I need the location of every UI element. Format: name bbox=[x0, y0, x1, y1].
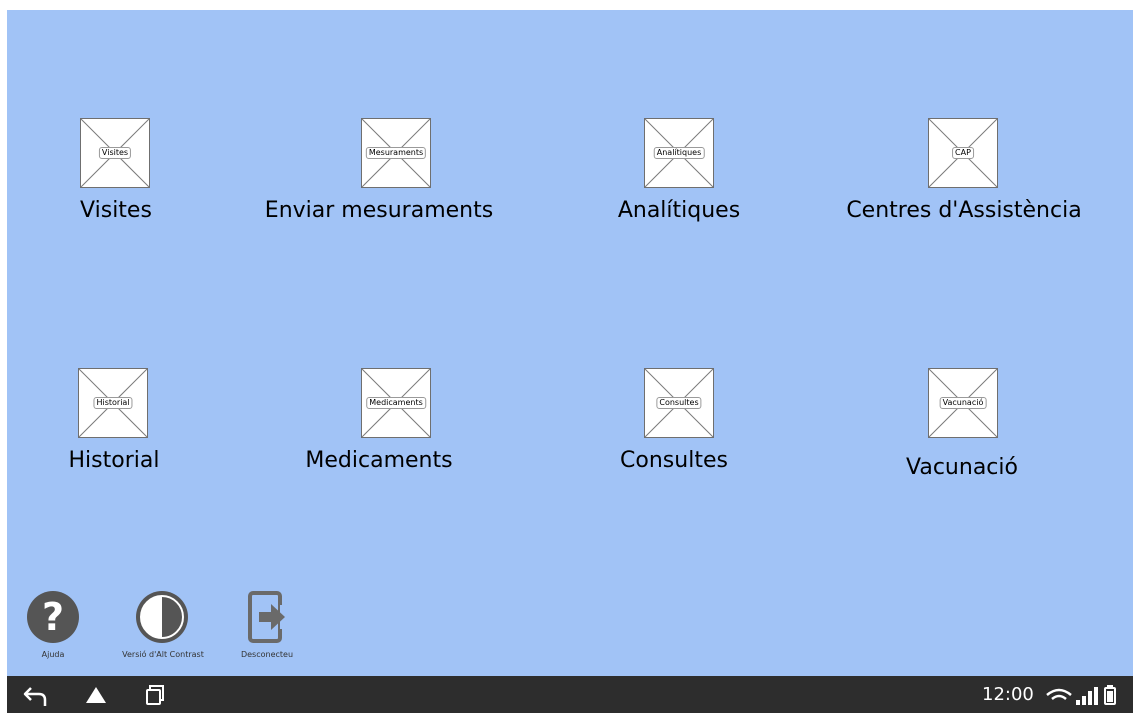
medicaments-placeholder-tag: Medicaments bbox=[366, 397, 426, 409]
visites-placeholder-tag: Visites bbox=[98, 147, 132, 159]
consultes-placeholder-tag: Consultes bbox=[656, 397, 702, 409]
logout-label: Desconecteu bbox=[240, 650, 294, 659]
mesuraments-image-placeholder: Mesuraments bbox=[361, 118, 431, 188]
system-navigation-bar: 12:00 bbox=[7, 676, 1133, 713]
cap-placeholder-tag: CAP bbox=[952, 147, 974, 159]
contrast-icon bbox=[136, 591, 188, 643]
back-icon[interactable] bbox=[23, 682, 49, 708]
svg-text:?: ? bbox=[42, 595, 64, 639]
high-contrast-button[interactable]: Versió d'Alt Contrast bbox=[101, 590, 225, 666]
status-clock: 12:00 bbox=[982, 684, 1034, 705]
tile-vacunacio[interactable]: Vacunació Vacunació bbox=[807, 368, 1107, 488]
historial-image-placeholder: Historial bbox=[78, 368, 148, 438]
logout-icon bbox=[248, 591, 285, 643]
vacunacio-placeholder-tag: Vacunació bbox=[939, 397, 987, 409]
tile-centres-assistencia[interactable]: CAP Centres d'Assistència bbox=[807, 118, 1107, 238]
enviar-mesuraments-label: Enviar mesuraments bbox=[264, 198, 494, 223]
wifi-icon bbox=[1046, 688, 1072, 700]
consultes-label: Consultes bbox=[620, 448, 728, 473]
historial-label: Historial bbox=[68, 448, 160, 473]
visites-image-placeholder: Visites bbox=[80, 118, 150, 188]
medicaments-image-placeholder: Medicaments bbox=[361, 368, 431, 438]
question-icon: ? bbox=[27, 591, 79, 643]
centres-assistencia-label: Centres d'Assistència bbox=[846, 198, 1082, 223]
medicaments-label: Medicaments bbox=[305, 448, 453, 473]
visites-label: Visites bbox=[80, 198, 152, 223]
analitiques-label: Analítiques bbox=[617, 198, 741, 223]
signal-icon bbox=[1076, 687, 1098, 705]
battery-icon bbox=[1104, 685, 1116, 705]
high-contrast-label: Versió d'Alt Contrast bbox=[122, 650, 204, 659]
help-label: Ajuda bbox=[41, 650, 65, 659]
analitiques-image-placeholder: Analítiques bbox=[644, 118, 714, 188]
tile-medicaments[interactable]: Medicaments Medicaments bbox=[247, 368, 547, 488]
mesuraments-placeholder-tag: Mesuraments bbox=[365, 147, 427, 159]
tile-enviar-mesuraments[interactable]: Mesuraments Enviar mesuraments bbox=[247, 118, 547, 238]
vacunacio-label: Vacunació bbox=[906, 455, 1018, 480]
analitiques-placeholder-tag: Analítiques bbox=[653, 147, 705, 159]
cap-image-placeholder: CAP bbox=[928, 118, 998, 188]
home-icon[interactable] bbox=[83, 682, 109, 708]
vacunacio-image-placeholder: Vacunació bbox=[928, 368, 998, 438]
app-screen: Visites Visites Mesuraments Enviar mesur… bbox=[7, 10, 1133, 676]
help-button[interactable]: ? Ajuda bbox=[23, 590, 83, 666]
consultes-image-placeholder: Consultes bbox=[644, 368, 714, 438]
recent-apps-icon[interactable] bbox=[141, 682, 167, 708]
logout-button[interactable]: Desconecteu bbox=[233, 590, 293, 666]
historial-placeholder-tag: Historial bbox=[93, 397, 133, 409]
